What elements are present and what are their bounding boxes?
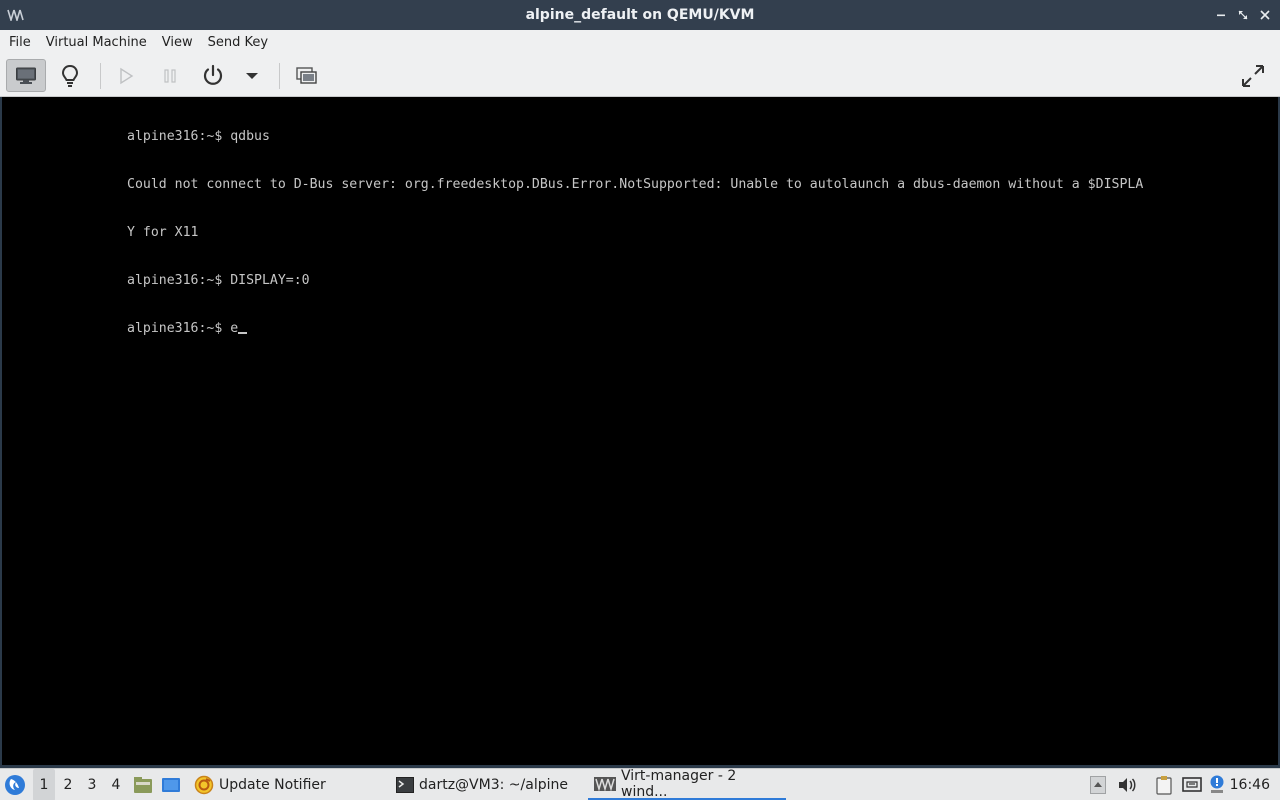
task-virt-manager[interactable]: Virt-manager - 2 wind... bbox=[588, 767, 786, 800]
menu-view[interactable]: View bbox=[157, 33, 198, 52]
play-icon bbox=[120, 67, 134, 84]
workspace-1[interactable]: 1 bbox=[33, 769, 55, 800]
update-tray-button[interactable] bbox=[1208, 769, 1230, 800]
clipboard-icon bbox=[1156, 776, 1172, 795]
fullscreen-icon bbox=[1242, 64, 1264, 87]
terminal-line: Y for X11 bbox=[127, 225, 199, 240]
workspace-2[interactable]: 2 bbox=[57, 769, 79, 800]
text-cursor bbox=[238, 332, 248, 334]
details-view-button[interactable] bbox=[55, 59, 85, 92]
fullscreen-button[interactable] bbox=[1236, 59, 1270, 92]
menu-file[interactable]: File bbox=[4, 33, 36, 52]
chevron-up-icon bbox=[1090, 776, 1106, 794]
menubar: File Virtual Machine View Send Key bbox=[0, 30, 1280, 54]
show-desktop-launcher[interactable] bbox=[161, 769, 183, 800]
close-button[interactable] bbox=[1256, 6, 1274, 24]
toolbar-separator bbox=[279, 63, 280, 89]
pause-icon bbox=[164, 68, 176, 83]
power-icon bbox=[203, 64, 223, 85]
task-update-notifier[interactable]: Update Notifier bbox=[188, 769, 332, 800]
task-label: dartz@VM3: ~/alpine bbox=[419, 777, 568, 793]
chevron-down-icon bbox=[246, 72, 258, 79]
run-button[interactable] bbox=[113, 59, 139, 92]
vm-console[interactable]: alpine316:~$ qdbus Could not connect to … bbox=[2, 97, 1278, 765]
update-notifier-icon bbox=[194, 775, 214, 795]
task-label: Virt-manager - 2 wind... bbox=[621, 767, 737, 800]
volume-icon bbox=[1119, 778, 1136, 792]
lxqt-logo-icon bbox=[5, 775, 25, 795]
clipboard-button[interactable] bbox=[1155, 769, 1177, 800]
terminal-line: Could not connect to D-Bus server: org.f… bbox=[127, 177, 1144, 192]
terminal-output: alpine316:~$ qdbus Could not connect to … bbox=[127, 97, 1227, 369]
terminal-icon bbox=[396, 777, 414, 793]
power-menu-button[interactable] bbox=[240, 59, 264, 92]
desktop-icon bbox=[162, 778, 180, 792]
terminal-line: alpine316:~$ qdbus bbox=[127, 129, 270, 144]
snapshots-icon bbox=[296, 66, 317, 84]
window-title: alpine_default on QEMU/KVM bbox=[525, 7, 755, 23]
network-button[interactable] bbox=[1182, 769, 1204, 800]
virt-manager-icon[interactable] bbox=[7, 8, 25, 21]
tray-scroll-button[interactable] bbox=[1090, 769, 1110, 800]
workspace-3[interactable]: 3 bbox=[81, 769, 103, 800]
window-titlebar[interactable]: alpine_default on QEMU/KVM bbox=[0, 0, 1280, 30]
file-manager-icon bbox=[134, 777, 152, 793]
toolbar-separator bbox=[100, 63, 101, 89]
menu-virtual-machine[interactable]: Virtual Machine bbox=[41, 33, 152, 52]
terminal-line: alpine316:~$ DISPLAY=:0 bbox=[127, 273, 310, 288]
workspace-4[interactable]: 4 bbox=[105, 769, 127, 800]
terminal-input-line: alpine316:~$ e bbox=[127, 321, 1227, 337]
taskbar: 1 2 3 4 Update Notifier dartz@VM3: ~/alp… bbox=[0, 768, 1280, 800]
clock[interactable]: 16:46 bbox=[1230, 769, 1270, 800]
file-manager-launcher[interactable] bbox=[133, 769, 155, 800]
maximize-button[interactable] bbox=[1234, 6, 1252, 24]
lightbulb-icon bbox=[61, 64, 79, 87]
terminal-line: alpine316:~$ e bbox=[127, 321, 239, 336]
network-icon bbox=[1182, 777, 1202, 792]
minimize-button[interactable] bbox=[1212, 6, 1230, 24]
console-view-button[interactable] bbox=[6, 59, 46, 92]
monitor-icon bbox=[16, 67, 36, 84]
start-menu-button[interactable] bbox=[4, 769, 28, 800]
virt-manager-icon bbox=[594, 776, 616, 791]
power-button[interactable] bbox=[198, 59, 228, 92]
volume-button[interactable] bbox=[1117, 769, 1139, 800]
task-terminal[interactable]: dartz@VM3: ~/alpine bbox=[390, 769, 574, 800]
info-update-icon bbox=[1210, 775, 1224, 793]
snapshots-button[interactable] bbox=[292, 59, 322, 92]
task-label: Update Notifier bbox=[219, 777, 326, 793]
pause-button[interactable] bbox=[157, 59, 183, 92]
menu-send-key[interactable]: Send Key bbox=[203, 33, 273, 52]
toolbar bbox=[0, 54, 1280, 97]
